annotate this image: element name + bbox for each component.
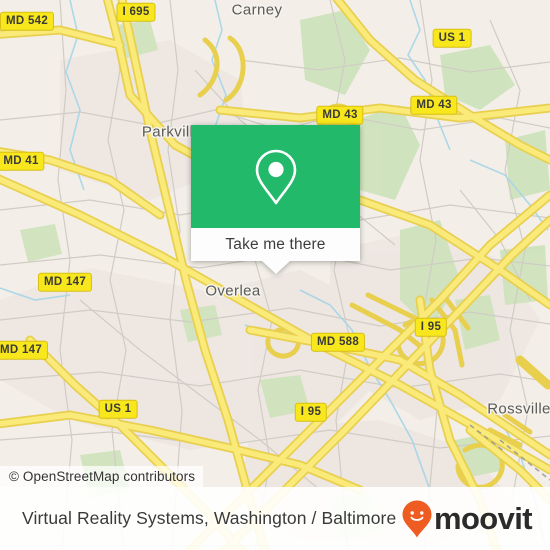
route-shield-md-147-lower: MD 147 (0, 340, 49, 360)
attribution-text: © OpenStreetMap contributors (9, 469, 196, 484)
route-shield-i-95-upper: I 95 (414, 317, 448, 337)
moovit-logo[interactable]: moovit (402, 500, 533, 538)
route-shield-md-147-upper: MD 147 (37, 272, 93, 292)
page-title: Virtual Reality Systems, Washington / Ba… (22, 508, 397, 528)
take-me-there-button[interactable]: Take me there (191, 228, 360, 261)
map-attribution[interactable]: © OpenStreetMap contributors (0, 466, 204, 487)
callout-image-panel (191, 125, 360, 228)
route-shield-md-41: MD 41 (0, 151, 45, 171)
route-shield-md-588: MD 588 (310, 332, 366, 352)
location-callout-card[interactable]: Take me there (191, 125, 360, 274)
route-shield-md-542: MD 542 (0, 11, 55, 31)
route-shield-i-95-lower: I 95 (294, 402, 328, 422)
route-shield-md-43-left: MD 43 (316, 105, 364, 125)
moovit-pin-icon (402, 500, 432, 537)
moovit-wordmark: moovit (433, 501, 533, 536)
map-pin-icon (255, 149, 296, 204)
callout-pointer (261, 261, 290, 274)
moovit-station-map-screen: Carney Parkville Overlea Rossville MD 54… (0, 0, 550, 550)
route-shield-us-1-top: US 1 (432, 28, 472, 48)
take-me-there-label: Take me there (225, 235, 326, 253)
route-shield-i-695: I 695 (116, 2, 156, 22)
route-shield-us-1-bottom: US 1 (98, 399, 138, 419)
footer-bar: Virtual Reality Systems, Washington / Ba… (0, 487, 550, 550)
route-shield-md-43-right: MD 43 (410, 95, 458, 115)
